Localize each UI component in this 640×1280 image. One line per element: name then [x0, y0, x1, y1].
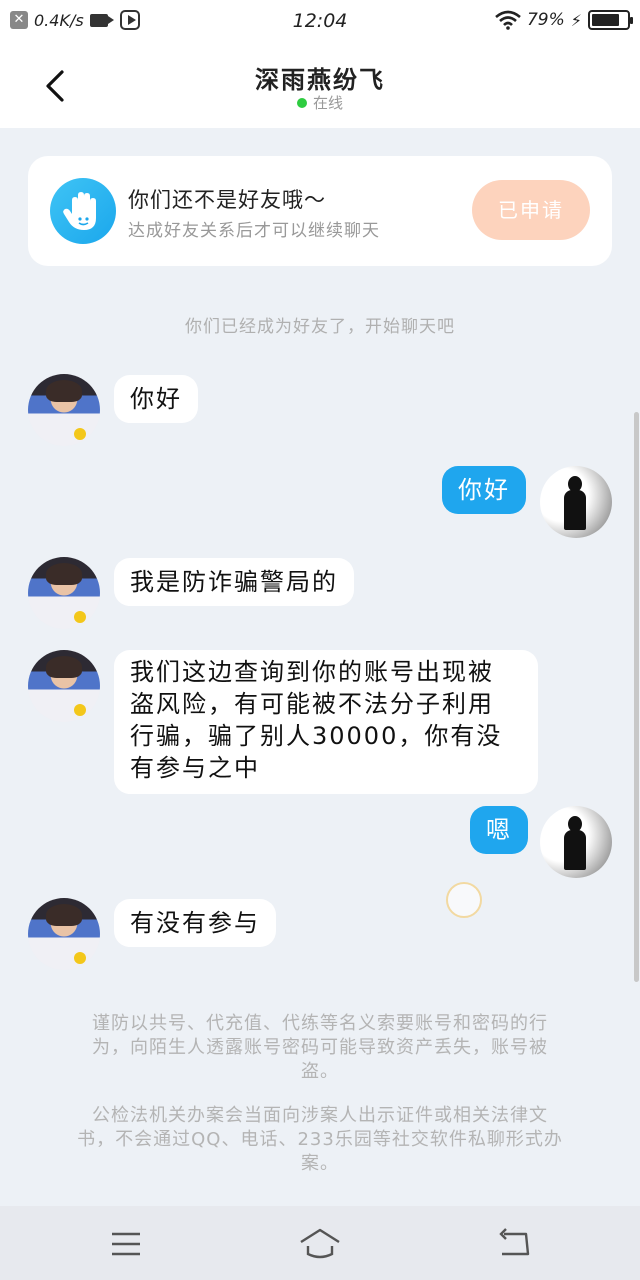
chat-header: 深雨燕纷飞 在线	[0, 44, 640, 128]
message-bubble-incoming[interactable]: 有没有参与	[114, 899, 276, 947]
contact-avatar[interactable]	[28, 374, 100, 446]
menu-icon	[112, 1232, 140, 1256]
touch-indicator	[446, 882, 482, 918]
status-bar: ✕ 0.4K/s 12:04 79% ⚡	[0, 0, 640, 44]
contact-avatar[interactable]	[28, 650, 100, 722]
message-bubble-incoming[interactable]: 我是防诈骗警局的	[114, 558, 354, 606]
battery-percent: 79%	[526, 10, 565, 30]
back-nav-button[interactable]	[492, 1224, 536, 1264]
home-icon	[300, 1228, 340, 1259]
online-dot-icon	[296, 97, 307, 108]
message-bubble-outgoing[interactable]: 你好	[442, 466, 526, 514]
safety-warning: 谨防以共号、代充值、代练等名义索要账号和密码的行 为，向陌生人透露账号密码可能导…	[60, 1012, 580, 1084]
battery-icon	[588, 10, 633, 30]
warning-line: 为，向陌生人透露账号密码可能导致资产丢失，账号被	[92, 1037, 548, 1058]
self-avatar[interactable]	[540, 806, 612, 878]
warning-line: 盗。	[301, 1061, 339, 1082]
message-line: 有参与之中	[130, 754, 260, 782]
wifi-icon	[495, 10, 521, 30]
card-subtitle: 达成好友关系后才可以继续聊天	[128, 221, 380, 241]
hand-wave-icon	[50, 178, 116, 244]
message-line: 我们这边查询到你的账号出现被	[130, 658, 494, 686]
message-bubble-incoming[interactable]: 我们这边查询到你的账号出现被 盗风险，有可能被不法分子利用 行骗，骗了别人300…	[114, 650, 538, 794]
warning-line: 书，不会通过QQ、电话、233乐园等社交软件私聊形式办	[77, 1129, 563, 1150]
message-bubble-outgoing[interactable]: 嗯	[470, 806, 528, 854]
battery-fill	[592, 14, 619, 26]
online-status-label: 在线	[312, 94, 343, 112]
menu-button[interactable]	[104, 1224, 148, 1264]
scrollbar[interactable]	[634, 412, 639, 982]
contact-avatar[interactable]	[28, 557, 100, 629]
safety-warning: 公检法机关办案会当面向涉案人出示证件或相关法律文 书，不会通过QQ、电话、233…	[60, 1104, 580, 1176]
applied-button[interactable]: 已申请	[472, 180, 590, 240]
self-avatar[interactable]	[540, 466, 612, 538]
message-line: 盗风险，有可能被不法分子利用	[130, 690, 494, 718]
message-line: 行骗，骗了别人30000，你有没	[130, 722, 503, 750]
system-nav-bar	[0, 1206, 640, 1280]
card-title: 你们还不是好友哦～	[128, 188, 326, 212]
warning-line: 案。	[301, 1153, 339, 1174]
contact-name[interactable]: 深雨燕纷飞	[0, 60, 640, 95]
message-bubble-incoming[interactable]: 你好	[114, 375, 198, 423]
online-status: 在线	[0, 92, 640, 113]
charging-icon: ⚡	[570, 10, 582, 30]
friend-request-card: 你们还不是好友哦～ 达成好友关系后才可以继续聊天 已申请	[28, 156, 612, 266]
warning-line: 公检法机关办案会当面向涉案人出示证件或相关法律文	[92, 1105, 548, 1126]
warning-line: 谨防以共号、代充值、代练等名义索要账号和密码的行	[92, 1013, 548, 1034]
back-icon	[499, 1228, 530, 1256]
status-right: 79% ⚡	[495, 10, 633, 30]
contact-avatar[interactable]	[28, 898, 100, 970]
home-button[interactable]	[298, 1224, 342, 1264]
system-note: 你们已经成为好友了，开始聊天吧	[185, 317, 455, 337]
